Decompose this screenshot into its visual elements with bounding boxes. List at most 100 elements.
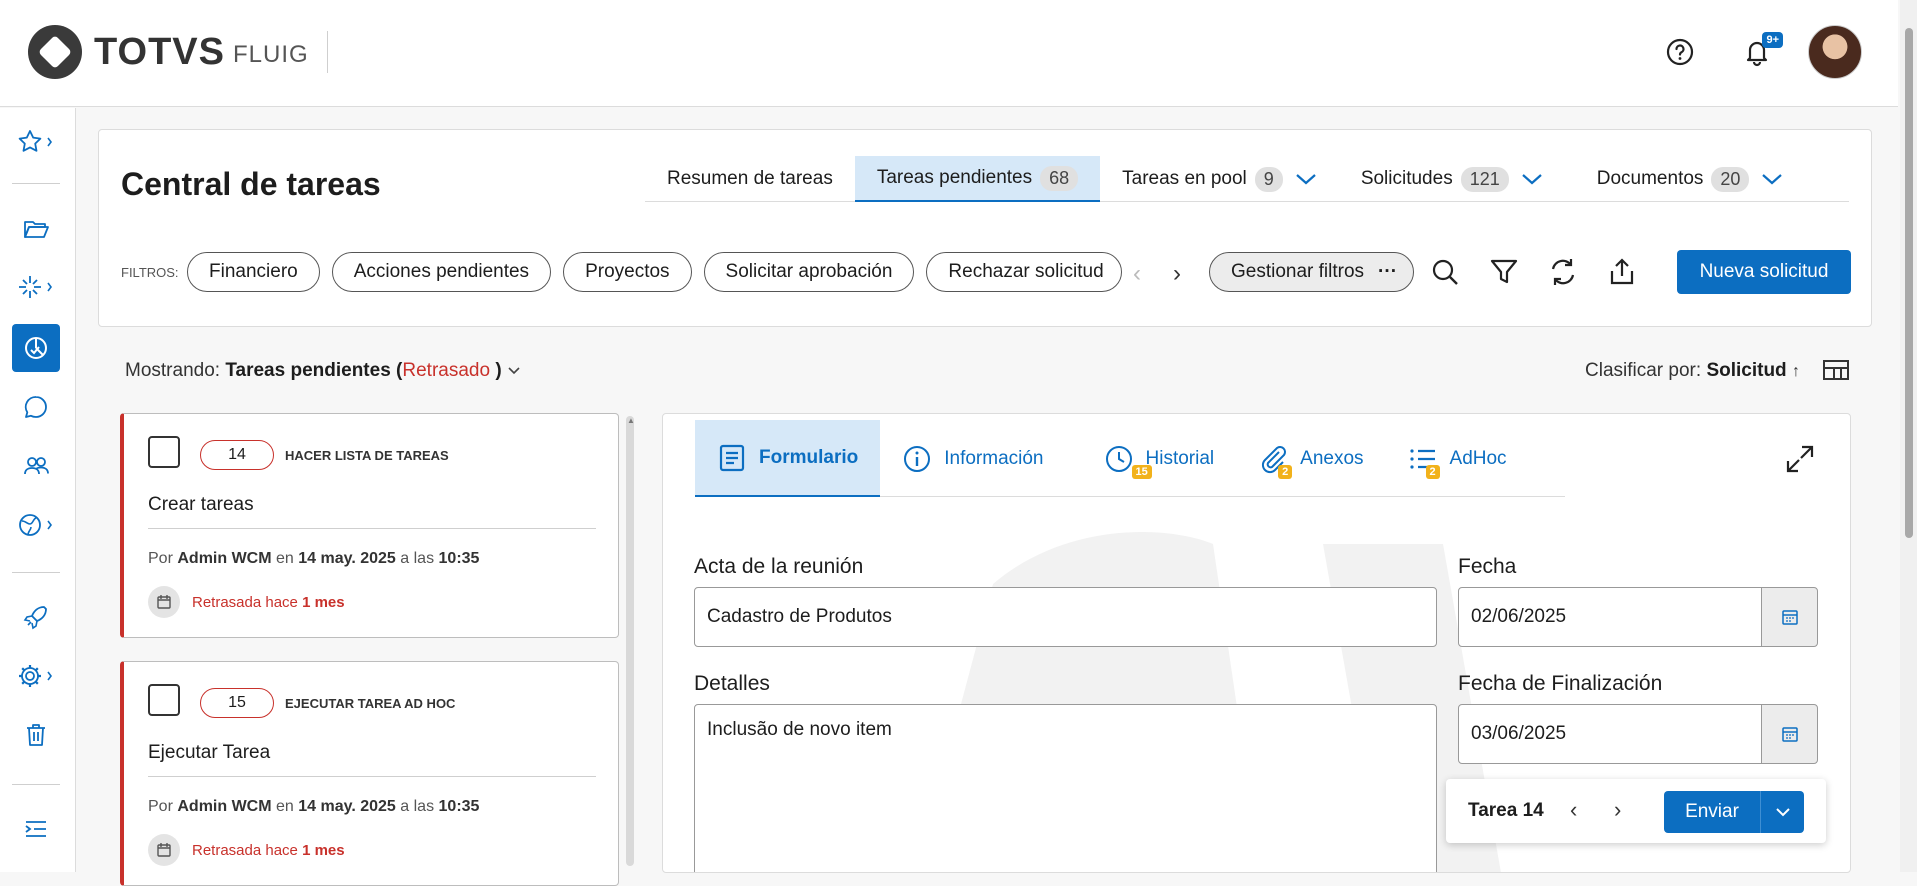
tab-label: Tareas en pool xyxy=(1122,168,1247,189)
sidebar-item-trash[interactable] xyxy=(12,711,60,759)
tab-information[interactable]: Información xyxy=(880,420,1065,497)
notifications-button[interactable]: 9+ xyxy=(1735,30,1783,74)
search-icon xyxy=(1432,259,1458,285)
chevron-down-icon[interactable] xyxy=(1295,172,1317,186)
filter-chip[interactable]: Acciones pendientes xyxy=(331,252,552,292)
filter-button[interactable] xyxy=(1484,252,1524,292)
task-card[interactable]: 15 EJECUTAR TAREA AD HOC Ejecutar Tarea … xyxy=(120,661,619,886)
end-date-picker-button[interactable] xyxy=(1761,704,1818,764)
filter-chip[interactable]: Proyectos xyxy=(563,252,692,292)
layout-grid-icon xyxy=(1823,360,1849,380)
filter-chip[interactable]: Financiero xyxy=(187,252,320,292)
sidebar-item-chat[interactable] xyxy=(12,383,60,431)
sidebar-collapse-button[interactable] xyxy=(12,805,60,853)
tab-count-badge: 20 xyxy=(1711,166,1750,192)
brand-name: TOTVS xyxy=(94,30,225,73)
send-options-button[interactable] xyxy=(1761,807,1804,817)
menu-expand-icon xyxy=(25,821,46,837)
expand-button[interactable] xyxy=(1785,444,1815,479)
task-on: en xyxy=(276,550,294,567)
tab-count-badge: 9 xyxy=(1254,166,1283,192)
document-icon xyxy=(719,444,745,471)
date-picker-button[interactable] xyxy=(1761,587,1818,647)
sidebar xyxy=(0,108,76,872)
tab-pending-tasks[interactable]: Tareas pendientes 68 xyxy=(854,156,1101,202)
trash-icon xyxy=(27,724,45,746)
sidebar-item-portal[interactable] xyxy=(12,501,60,549)
help-button[interactable] xyxy=(1658,30,1702,74)
task-meta: Por Admin WCM en 14 may. 2025 a las 10:3… xyxy=(148,798,479,816)
sidebar-item-launch[interactable] xyxy=(12,593,60,641)
end-date-input[interactable]: 03/06/2025 xyxy=(1458,704,1762,764)
sort-value: Solicitud xyxy=(1706,360,1787,381)
sidebar-item-communities[interactable] xyxy=(12,442,60,490)
prev-task-icon[interactable]: ‹ xyxy=(1570,797,1577,823)
task-divider xyxy=(148,776,596,777)
sidebar-divider xyxy=(12,572,60,573)
tab-requests[interactable]: Solicitudes 121 xyxy=(1325,156,1551,202)
tab-label: Formulario xyxy=(759,446,859,468)
meeting-minutes-input[interactable]: Cadastro de Produtos xyxy=(694,587,1437,647)
totvs-fluig-logo[interactable]: TOTVS FLUIG xyxy=(28,24,328,80)
logo-divider xyxy=(326,31,328,73)
globe-icon xyxy=(19,514,52,536)
calendar-icon xyxy=(148,586,180,618)
filter-chip[interactable]: Rechazar solicitud xyxy=(926,252,1123,292)
search-button[interactable] xyxy=(1425,252,1465,292)
listing-summary[interactable]: Mostrando: Tareas pendientes (Retrasado … xyxy=(125,360,521,382)
sparkle-icon xyxy=(19,276,52,298)
send-button[interactable]: Enviar xyxy=(1664,791,1804,833)
tab-history[interactable]: 15 Historial xyxy=(1066,420,1237,497)
sidebar-item-settings[interactable] xyxy=(12,652,60,700)
chevron-down-icon[interactable] xyxy=(1761,172,1783,186)
tab-form[interactable]: Formulario xyxy=(695,420,881,497)
scroll-up-icon[interactable]: ▲ xyxy=(627,416,635,425)
page-scrollbar[interactable] xyxy=(1900,0,1917,872)
tab-attachments[interactable]: 2 Anexos xyxy=(1236,420,1385,497)
task-card[interactable]: 14 HACER LISTA DE TAREAS Crear tareas Po… xyxy=(120,413,619,638)
tab-adhoc[interactable]: 2 AdHoc xyxy=(1386,420,1529,497)
sidebar-item-task-central[interactable] xyxy=(12,324,60,372)
listing-view: Tareas pendientes ( xyxy=(225,360,403,381)
filters-label: FILTROS: xyxy=(121,265,179,280)
filter-chips: Financiero Acciones pendientes Proyectos… xyxy=(187,252,1123,292)
task-list-scrollbar[interactable] xyxy=(626,416,634,866)
sidebar-item-favorites[interactable] xyxy=(12,118,60,166)
sort-control[interactable]: Clasificar por: Solicitud ↑ xyxy=(1585,360,1800,382)
late-value: 1 mes xyxy=(302,841,345,859)
task-date: 14 may. 2025 xyxy=(298,798,396,815)
task-meta: Por Admin WCM en 14 may. 2025 a las 10:3… xyxy=(148,550,479,568)
export-button[interactable] xyxy=(1602,252,1642,292)
new-request-button[interactable]: Nueva solicitud xyxy=(1677,250,1851,294)
tab-label: Resumen de tareas xyxy=(667,168,833,189)
task-name: Ejecutar Tarea xyxy=(148,742,271,763)
task-checkbox[interactable] xyxy=(148,436,180,468)
page-scrollbar-thumb[interactable] xyxy=(1905,28,1913,538)
chips-prev-icon[interactable]: ‹ xyxy=(1133,260,1141,288)
detail-tabs: Formulario Información 15 Historial 2 An… xyxy=(695,420,1565,497)
layout-toggle-button[interactable] xyxy=(1822,358,1850,387)
chevron-down-icon[interactable] xyxy=(1521,172,1543,186)
tab-label: Documentos xyxy=(1596,168,1704,189)
attachments-count-badge: 2 xyxy=(1278,465,1293,479)
chips-next-icon[interactable]: › xyxy=(1173,260,1181,288)
details-textarea[interactable]: Inclusão de novo item xyxy=(694,704,1437,872)
tab-pool-tasks[interactable]: Tareas en pool 9 xyxy=(1100,156,1325,202)
user-avatar[interactable] xyxy=(1808,25,1862,79)
task-checkbox[interactable] xyxy=(148,684,180,716)
more-icon: ··· xyxy=(1378,261,1398,282)
tab-documents[interactable]: Documentos 20 xyxy=(1551,156,1792,202)
chevron-down-icon xyxy=(508,367,520,375)
clock-icon xyxy=(1105,445,1132,472)
manage-filters-button[interactable]: Gestionar filtros ··· xyxy=(1209,252,1415,292)
sidebar-item-process[interactable] xyxy=(12,263,60,311)
refresh-icon xyxy=(1551,259,1575,285)
filter-chip[interactable]: Solicitar aprobación xyxy=(703,252,915,292)
refresh-button[interactable] xyxy=(1543,252,1583,292)
task-divider xyxy=(148,528,596,529)
tab-task-summary[interactable]: Resumen de tareas xyxy=(645,156,855,202)
date-input[interactable]: 02/06/2025 xyxy=(1458,587,1762,647)
next-task-icon[interactable]: › xyxy=(1614,797,1621,823)
sidebar-item-documents[interactable] xyxy=(12,204,60,252)
listing-status: Retrasado xyxy=(402,360,491,381)
